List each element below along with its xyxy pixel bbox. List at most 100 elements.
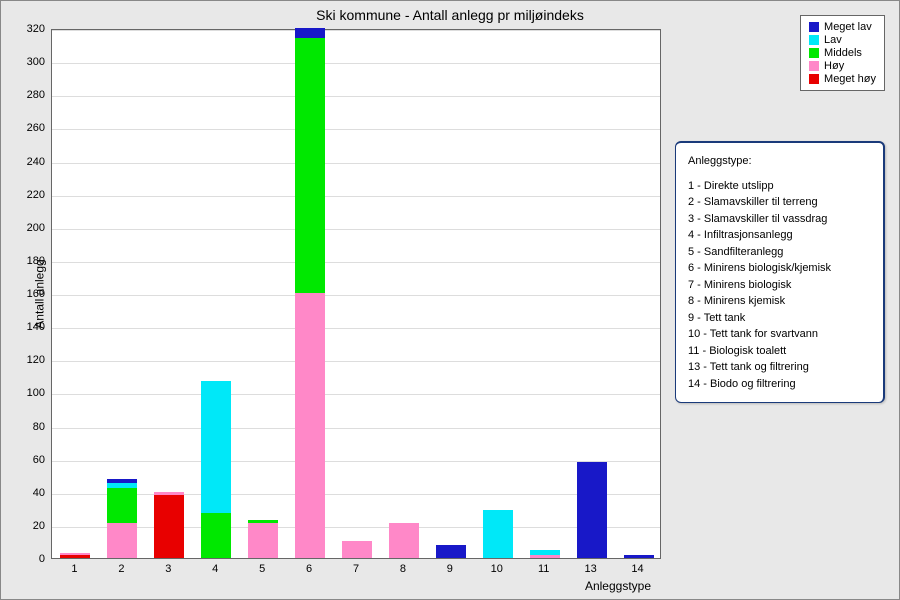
- gridline: [52, 461, 660, 462]
- bar-segment: [436, 545, 466, 558]
- bar: [107, 479, 137, 559]
- info-box: Anleggstype: 1 - Direkte utslipp2 - Slam…: [675, 141, 885, 403]
- legend-swatch: [809, 48, 819, 58]
- gridline: [52, 96, 660, 97]
- info-line: 2 - Slamavskiller til terreng: [688, 194, 871, 211]
- y-tick: 120: [27, 354, 45, 366]
- bar: [624, 555, 654, 558]
- chart-container: Ski kommune - Antall anlegg pr miljøinde…: [0, 0, 900, 600]
- bar-segment: [107, 523, 137, 558]
- bar-segment: [577, 462, 607, 558]
- bar-segment: [295, 28, 325, 38]
- x-tick: 14: [631, 563, 643, 575]
- bar: [201, 381, 231, 558]
- y-tick: 60: [33, 454, 45, 466]
- x-axis-label: Anleggstype: [585, 579, 651, 593]
- gridline: [52, 328, 660, 329]
- x-tick: 6: [306, 563, 312, 575]
- legend-label: Middels: [824, 47, 862, 59]
- legend-item: Middels: [809, 47, 876, 59]
- bar: [342, 541, 372, 558]
- bar-segment: [295, 38, 325, 293]
- y-tick: 140: [27, 321, 45, 333]
- x-tick: 8: [400, 563, 406, 575]
- gridline: [52, 361, 660, 362]
- y-tick: 300: [27, 56, 45, 68]
- legend-item: Høy: [809, 60, 876, 72]
- info-line: 13 - Tett tank og filtrering: [688, 359, 871, 376]
- x-tick: 11: [538, 563, 549, 575]
- y-axis: Antall anlegg 02040608010012014016018020…: [1, 29, 49, 559]
- x-axis: Anleggstype 12345678910111314: [51, 561, 661, 597]
- y-tick: 240: [27, 156, 45, 168]
- y-tick: 280: [27, 89, 45, 101]
- bar-segment: [389, 523, 419, 558]
- bar: [154, 492, 184, 558]
- gridline: [52, 295, 660, 296]
- y-tick: 20: [33, 520, 45, 532]
- x-tick: 5: [259, 563, 265, 575]
- bar: [60, 553, 90, 558]
- legend-label: Meget lav: [824, 21, 872, 33]
- legend-item: Lav: [809, 34, 876, 46]
- x-tick: 1: [71, 563, 77, 575]
- bar: [295, 28, 325, 558]
- info-line: 3 - Slamavskiller til vassdrag: [688, 211, 871, 228]
- bar-segment: [483, 510, 513, 558]
- y-tick: 100: [27, 387, 45, 399]
- chart-title: Ski kommune - Antall anlegg pr miljøinde…: [1, 1, 899, 23]
- bar-segment: [624, 555, 654, 558]
- info-line: 1 - Direkte utslipp: [688, 178, 871, 195]
- bar-segment: [342, 541, 372, 558]
- gridline: [52, 163, 660, 164]
- bar-segment: [60, 555, 90, 558]
- legend-label: Lav: [824, 34, 842, 46]
- bar: [483, 510, 513, 558]
- y-tick: 260: [27, 122, 45, 134]
- info-line: 10 - Tett tank for svartvann: [688, 326, 871, 343]
- bar: [389, 523, 419, 558]
- gridline: [52, 527, 660, 528]
- gridline: [52, 129, 660, 130]
- y-tick: 200: [27, 222, 45, 234]
- bar-segment: [248, 523, 278, 558]
- info-box-body: 1 - Direkte utslipp2 - Slamavskiller til…: [688, 178, 871, 393]
- legend-label: Meget høy: [824, 73, 876, 85]
- info-line: 8 - Minirens kjemisk: [688, 293, 871, 310]
- legend-swatch: [809, 22, 819, 32]
- bar: [436, 545, 466, 558]
- legend-swatch: [809, 74, 819, 84]
- bar-segment: [107, 488, 137, 523]
- legend-swatch: [809, 35, 819, 45]
- info-line: 5 - Sandfilteranlegg: [688, 244, 871, 261]
- bar: [248, 520, 278, 558]
- info-line: 14 - Biodo og filtrering: [688, 376, 871, 393]
- gridline: [52, 494, 660, 495]
- gridline: [52, 394, 660, 395]
- plot-area: [51, 29, 661, 559]
- gridline: [52, 229, 660, 230]
- bar-segment: [295, 293, 325, 558]
- info-line: 9 - Tett tank: [688, 310, 871, 327]
- legend-item: Meget lav: [809, 21, 876, 33]
- x-tick: 9: [447, 563, 453, 575]
- legend: Meget lavLavMiddelsHøyMeget høy: [800, 15, 885, 91]
- bar-segment: [530, 555, 560, 558]
- bar: [577, 462, 607, 558]
- y-tick: 0: [39, 553, 45, 565]
- info-line: 6 - Minirens biologisk/kjemisk: [688, 260, 871, 277]
- info-line: 11 - Biologisk toalett: [688, 343, 871, 360]
- y-tick: 160: [27, 288, 45, 300]
- legend-swatch: [809, 61, 819, 71]
- y-tick: 220: [27, 189, 45, 201]
- bar-segment: [201, 513, 231, 558]
- gridline: [52, 63, 660, 64]
- info-box-title: Anleggstype:: [688, 153, 871, 170]
- gridline: [52, 428, 660, 429]
- info-line: 4 - Infiltrasjonsanlegg: [688, 227, 871, 244]
- info-line: 7 - Minirens biologisk: [688, 277, 871, 294]
- legend-item: Meget høy: [809, 73, 876, 85]
- y-tick: 320: [27, 23, 45, 35]
- x-tick: 7: [353, 563, 359, 575]
- x-tick: 4: [212, 563, 218, 575]
